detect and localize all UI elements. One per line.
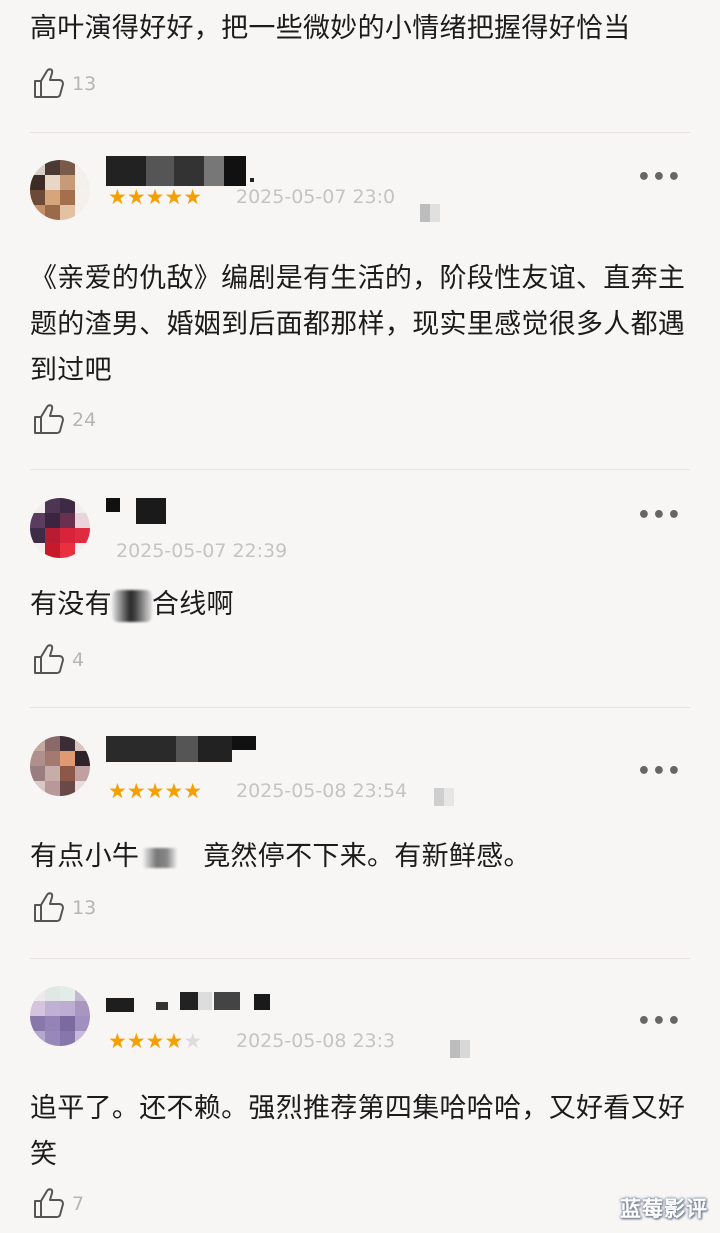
like-button[interactable]: 7 (32, 1186, 102, 1222)
comment-text-part: 竟然停不下来。有新鲜感。 (203, 841, 531, 872)
star-icon: ★★★★ (108, 1029, 184, 1053)
comment-header: ★★★★★ 2025-05-07 23:0 ••• (0, 142, 720, 222)
like-count: 7 (72, 1193, 85, 1215)
comment-item: 高叶演得好好，把一些微妙的小情绪把握得好恰当 13 (0, 0, 720, 130)
blurred-meta (450, 1040, 480, 1058)
comment-date: 2025-05-07 22:39 (116, 540, 288, 562)
more-dots-icon[interactable]: ••• (637, 505, 682, 527)
comment-text-part: 有点小牛 (30, 841, 140, 872)
user-name[interactable] (106, 156, 276, 186)
avatar[interactable] (30, 986, 90, 1046)
like-count: 24 (72, 409, 97, 431)
star-icon: ★★★★★ (108, 185, 203, 209)
comment-item: ★★★★★ 2025-05-08 23:54 ••• 有点小牛 竟然停不下来。有新… (0, 718, 720, 958)
blurred-meta (420, 204, 450, 222)
avatar[interactable] (30, 160, 90, 220)
like-button[interactable]: 24 (32, 402, 102, 438)
watermark: 蓝莓影评 (620, 1197, 708, 1221)
comment-text: 高叶演得好好，把一些微妙的小情绪把握得好恰当 (30, 13, 631, 44)
avatar[interactable] (30, 736, 90, 796)
comment-text-part: 有没有 (30, 589, 112, 620)
thumbs-up-icon (34, 644, 64, 674)
like-count: 13 (72, 73, 97, 95)
more-dots-icon[interactable]: ••• (637, 167, 682, 189)
comment-text-part: 合线啊 (151, 589, 234, 620)
comment-text: 有没有 合线啊 (30, 582, 698, 628)
thumbs-up-icon (34, 892, 64, 922)
like-button[interactable]: 13 (32, 66, 102, 102)
thumbs-up-icon (34, 68, 64, 98)
like-button[interactable]: 13 (32, 890, 102, 926)
comment-date: 2025-05-08 23:54 (236, 780, 408, 802)
rating-stars: ★★★★★ (108, 184, 202, 210)
comment-header: ★★★★★ 2025-05-08 23:3 ••• (0, 968, 720, 1058)
user-name[interactable] (106, 732, 266, 762)
star-icon: ★ (183, 1029, 203, 1053)
rating-stars: ★★★★★ (108, 778, 202, 804)
more-dots-icon[interactable]: ••• (637, 1011, 682, 1033)
divider (30, 958, 690, 959)
comment-text: 有点小牛 竟然停不下来。有新鲜感。 (30, 834, 698, 880)
blurred-text (111, 589, 152, 622)
user-name[interactable] (106, 982, 276, 1012)
like-count: 4 (72, 649, 85, 671)
thumbs-up-icon (34, 404, 64, 434)
blurred-meta (434, 788, 464, 806)
more-dots-icon[interactable]: ••• (637, 761, 682, 783)
blurred-text (143, 847, 178, 868)
rating-stars: ★★★★★ (108, 1028, 202, 1054)
divider (30, 469, 690, 470)
divider (30, 132, 690, 133)
comment-text: 《亲爱的仇敌》编剧是有生活的，阶段性友谊、直奔主题的渣男、婚姻到后面都那样，现实… (30, 263, 686, 386)
comment-header: ★★★★★ 2025-05-08 23:54 ••• (0, 718, 720, 806)
comment-date: 2025-05-08 23:3 (236, 1030, 396, 1052)
comment-item: ★★★★★ 2025-05-08 23:3 ••• 追平了。还不赖。强烈推荐第四… (0, 968, 720, 1233)
comment-header: 2025-05-07 22:39 ••• (0, 480, 720, 562)
comment-text: 追平了。还不赖。强烈推荐第四集哈哈哈，又好看又好笑 (30, 1093, 686, 1170)
comment-item: ★★★★★ 2025-05-07 23:0 ••• 《亲爱的仇敌》编剧是有生活的… (0, 142, 720, 467)
divider (30, 707, 690, 708)
thumbs-up-icon (34, 1188, 64, 1218)
avatar[interactable] (30, 498, 90, 558)
star-icon: ★★★★★ (108, 779, 203, 803)
user-name[interactable] (106, 494, 276, 524)
comment-item: 2025-05-07 22:39 ••• 有没有 合线啊 4 (0, 480, 720, 705)
comment-date: 2025-05-07 23:0 (236, 186, 396, 208)
like-count: 13 (72, 897, 97, 919)
like-button[interactable]: 4 (32, 642, 102, 678)
